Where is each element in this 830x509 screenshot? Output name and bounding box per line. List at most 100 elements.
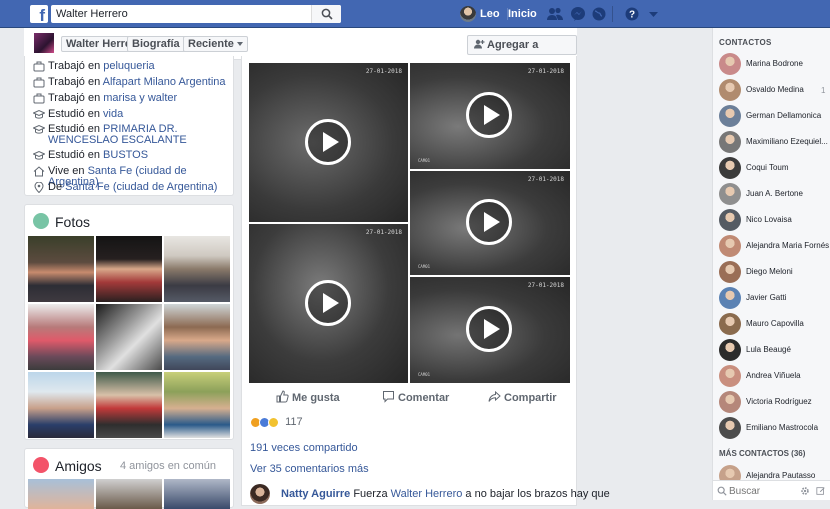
friend-thumbnail[interactable] — [28, 479, 94, 509]
contact-avatar — [719, 183, 741, 205]
home-link[interactable]: Inicio — [507, 8, 537, 20]
contact-name: Victoria Rodríguez — [746, 397, 812, 406]
contacts-header: CONTACTOS — [719, 38, 772, 47]
account-menu-chevron-down-icon[interactable] — [645, 6, 663, 22]
profile-avatar[interactable] — [34, 33, 54, 53]
intro-work-1: Trabajó en peluqueria — [33, 61, 229, 72]
contact-item[interactable]: Juan A. Bertone — [719, 183, 830, 205]
mutual-friends-count[interactable]: 4 amigos en común — [120, 460, 216, 472]
commenter-avatar[interactable] — [250, 484, 270, 504]
play-icon[interactable] — [305, 280, 351, 326]
user-avatar[interactable] — [460, 6, 476, 22]
play-icon[interactable] — [466, 92, 512, 138]
comment-button[interactable]: Comentar — [382, 390, 449, 404]
search-button[interactable] — [311, 5, 341, 23]
contact-item[interactable]: Andrea Viñuela — [719, 365, 830, 387]
contact-item[interactable]: Nico Lovaisa — [719, 209, 830, 231]
contact-item[interactable]: Coqui Toum — [719, 157, 830, 179]
video-thumbnail[interactable]: 27-01-2018 CAM01 — [410, 171, 570, 275]
video-thumbnail[interactable]: 27-01-2018 CAM01 — [410, 277, 570, 383]
share-button[interactable]: Compartir — [488, 390, 557, 404]
intro-link[interactable]: vida — [103, 108, 123, 120]
video-thumbnail[interactable]: 27-01-2018 — [249, 224, 408, 383]
photo-thumbnail[interactable] — [164, 304, 230, 370]
location-pin-icon — [34, 182, 44, 193]
contact-item[interactable]: Victoria Rodríguez — [719, 391, 830, 413]
photo-thumbnail[interactable] — [164, 236, 230, 302]
video-timestamp: 27-01-2018 — [527, 176, 564, 183]
like-button[interactable]: Me gusta — [276, 390, 340, 404]
intro-link[interactable]: peluqueria — [103, 60, 154, 72]
comment-mention-link[interactable]: Walter Herrero — [391, 488, 463, 500]
friends-card: Amigos 4 amigos en común — [24, 448, 234, 509]
play-icon[interactable] — [466, 199, 512, 245]
photo-thumbnail[interactable] — [96, 304, 162, 370]
friends-title[interactable]: Amigos — [55, 458, 102, 474]
view-more-comments-link[interactable]: Ver 35 comentarios más — [250, 463, 369, 475]
help-icon[interactable]: ? — [623, 6, 641, 22]
video-timestamp: 27-01-2018 — [365, 68, 402, 75]
intro-prefix: Trabajó en — [48, 92, 104, 104]
add-friend-button[interactable]: Agregar a amigos — [467, 35, 577, 69]
play-icon[interactable] — [305, 119, 351, 165]
contact-avatar — [719, 53, 741, 75]
gear-icon[interactable] — [800, 486, 810, 496]
photo-thumbnail[interactable] — [164, 372, 230, 438]
intro-work-3: Trabajó en marisa y walter — [33, 93, 229, 104]
search-input[interactable] — [51, 5, 311, 23]
intro-prefix: Trabajó en — [48, 76, 103, 88]
photo-thumbnail[interactable] — [28, 372, 94, 438]
photo-thumbnail[interactable] — [96, 236, 162, 302]
recent-filter-button[interactable]: Reciente — [183, 36, 248, 52]
contact-name: Alejandra Pautasso — [746, 471, 816, 480]
contact-item[interactable]: German Dellamonica — [719, 105, 830, 127]
like-thumbs-up-icon — [276, 390, 289, 403]
intro-education-1: Estudió en vida — [33, 109, 229, 120]
play-icon[interactable] — [466, 306, 512, 352]
contact-avatar — [719, 131, 741, 153]
profile-link[interactable]: Leo — [480, 8, 500, 20]
friend-thumbnail[interactable] — [164, 479, 230, 509]
contact-item[interactable]: Diego Meloni — [719, 261, 830, 283]
intro-link[interactable]: marisa y walter — [103, 92, 177, 104]
contact-item[interactable]: Javier Gatti — [719, 287, 830, 309]
chat-sidebar: CONTACTOS Marina Bodrone Osvaldo Medina Ge… — [712, 28, 830, 500]
messenger-icon[interactable] — [569, 6, 587, 22]
comment-label: Comentar — [398, 392, 450, 404]
intro-link[interactable]: Alfapart Milano Argentina — [103, 76, 226, 88]
comment-author-link[interactable]: Natty Aguirre — [281, 488, 350, 500]
intro-link[interactable]: BUSTOS — [103, 149, 148, 161]
contact-item[interactable]: Maximiliano Ezequiel... — [719, 131, 830, 153]
briefcase-icon — [33, 93, 45, 104]
friend-requests-icon[interactable] — [546, 6, 564, 22]
photo-thumbnail[interactable] — [96, 372, 162, 438]
chat-search-input[interactable] — [729, 484, 799, 498]
intro-link[interactable]: Santa Fe (ciudad de Argentina) — [65, 181, 217, 193]
notifications-globe-icon[interactable] — [590, 6, 608, 22]
shares-count-link[interactable]: 191 veces compartido — [250, 442, 358, 454]
contact-item[interactable]: Mauro Capovilla — [719, 313, 830, 335]
contact-name: Andrea Viñuela — [746, 371, 801, 380]
photo-thumbnail[interactable] — [28, 304, 94, 370]
contact-item[interactable]: Lula Beaugé — [719, 339, 830, 361]
like-label: Me gusta — [292, 392, 340, 404]
contact-avatar — [719, 365, 741, 387]
contact-item[interactable]: Alejandra Maria Fornés — [719, 235, 830, 257]
photo-thumbnail[interactable] — [28, 236, 94, 302]
new-message-icon[interactable] — [816, 486, 826, 496]
reactions-summary[interactable]: 117 — [250, 416, 303, 428]
contact-item[interactable]: Marina Bodrone — [719, 53, 830, 75]
video-thumbnail[interactable]: 27-01-2018 — [249, 63, 408, 222]
intro-from: De Santa Fe (ciudad de Argentina) — [33, 182, 229, 193]
contact-item[interactable]: Emiliano Mastrocola — [719, 417, 830, 439]
contact-avatar — [719, 79, 741, 101]
friend-thumbnail[interactable] — [96, 479, 162, 509]
facebook-logo-icon[interactable]: f — [30, 5, 48, 23]
contact-item[interactable]: Osvaldo Medina — [719, 79, 830, 101]
contact-avatar — [719, 157, 741, 179]
comment-text: Natty Aguirre Fuerza Walter Herrero a no… — [281, 488, 610, 500]
intro-prefix: De — [48, 181, 66, 193]
photos-title[interactable]: Fotos — [55, 214, 90, 230]
share-label: Compartir — [504, 392, 557, 404]
video-thumbnail[interactable]: 27-01-2018 CAM01 — [410, 63, 570, 169]
